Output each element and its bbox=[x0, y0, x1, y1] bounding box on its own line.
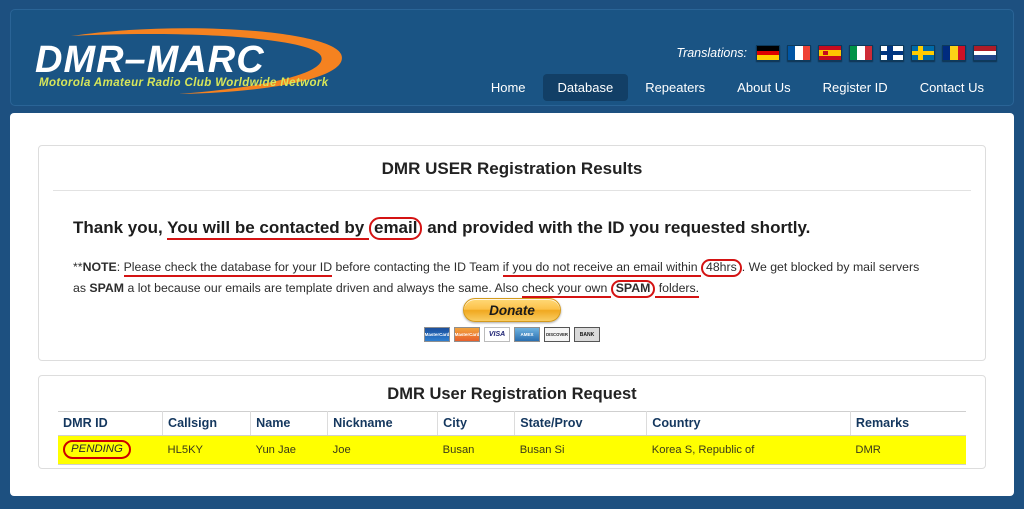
flag-finland-icon[interactable] bbox=[880, 45, 904, 61]
mastercard-blue-icon: MasterCard bbox=[424, 327, 450, 342]
site-header: DMR–MARC Motorola Amateur Radio Club Wor… bbox=[10, 9, 1014, 106]
bank-icon: BANK bbox=[574, 327, 600, 342]
status-badge-pending: PENDING bbox=[63, 440, 131, 460]
flag-romania-icon[interactable] bbox=[942, 45, 966, 61]
translations-bar: Translations: bbox=[676, 45, 997, 61]
note-mid-1: before contacting the ID Team bbox=[332, 259, 503, 274]
column-header-remarks: Remarks bbox=[850, 411, 966, 436]
registration-request-card: DMR User Registration Request DMR ID Cal… bbox=[38, 375, 986, 469]
accepted-cards-row: MasterCard MasterCard VISA AMEX DISCOVER… bbox=[39, 327, 985, 342]
table-row: PENDING HL5KY Yun Jae Joe Busan Busan Si… bbox=[58, 435, 966, 466]
column-header-state-prov: State/Prov bbox=[514, 411, 648, 436]
main-navigation: Home Database Repeaters About Us Registe… bbox=[476, 74, 999, 101]
note-line2-mid: a lot because our emails are template dr… bbox=[124, 280, 522, 295]
cell-city: Busan bbox=[437, 435, 515, 466]
thankyou-lead: Thank you, bbox=[73, 218, 168, 237]
table-header-row: DMR ID Callsign Name Nickname City State… bbox=[58, 411, 966, 436]
note-boxed-48hrs: 48hrs bbox=[700, 258, 742, 277]
flag-france-icon[interactable] bbox=[787, 45, 811, 61]
column-header-name: Name bbox=[250, 411, 329, 436]
logo-graphic: DMR–MARC Motorola Amateur Radio Club Wor… bbox=[35, 28, 342, 94]
svg-text:Motorola Amateur Radio Club Wo: Motorola Amateur Radio Club Worldwide Ne… bbox=[39, 77, 329, 89]
flag-netherlands-icon[interactable] bbox=[973, 45, 997, 61]
column-header-country: Country bbox=[646, 411, 851, 436]
amex-icon: AMEX bbox=[514, 327, 540, 342]
site-logo[interactable]: DMR–MARC Motorola Amateur Radio Club Wor… bbox=[29, 24, 359, 98]
cell-country: Korea S, Republic of bbox=[646, 435, 851, 466]
column-header-nickname: Nickname bbox=[327, 411, 439, 436]
donate-section: Donate MasterCard MasterCard VISA AMEX D… bbox=[39, 298, 985, 342]
translations-label: Translations: bbox=[676, 46, 747, 60]
thankyou-underlined-part: You will be contacted by bbox=[167, 218, 369, 240]
nav-item-repeaters[interactable]: Repeaters bbox=[630, 74, 720, 101]
thankyou-boxed-email: email bbox=[368, 217, 423, 240]
flag-italy-icon[interactable] bbox=[849, 45, 873, 61]
nav-item-about-us[interactable]: About Us bbox=[722, 74, 805, 101]
nav-item-database[interactable]: Database bbox=[542, 74, 629, 101]
note-stars: ** bbox=[73, 259, 83, 274]
note-boxed-spam: SPAM bbox=[610, 279, 656, 298]
request-card-title: DMR User Registration Request bbox=[387, 385, 637, 403]
thank-you-message: Thank you, You will be contacted by emai… bbox=[73, 217, 985, 240]
flag-spain-icon[interactable] bbox=[818, 45, 842, 61]
note-underlined-3b: folders. bbox=[655, 280, 700, 298]
note-paragraph: **NOTE: Please check the database for yo… bbox=[73, 257, 985, 299]
note-label: NOTE bbox=[82, 259, 117, 274]
svg-text:DMR–MARC: DMR–MARC bbox=[35, 39, 265, 81]
cell-dmr-id: PENDING bbox=[58, 435, 163, 466]
column-header-dmr-id: DMR ID bbox=[58, 411, 164, 436]
cell-name: Yun Jae bbox=[250, 435, 328, 466]
thankyou-tail: and provided with the ID you requested s… bbox=[422, 218, 811, 237]
results-card-title: DMR USER Registration Results bbox=[53, 146, 971, 191]
nav-item-contact-us[interactable]: Contact Us bbox=[905, 74, 999, 101]
content-panel: DMR USER Registration Results Thank you,… bbox=[10, 113, 1014, 496]
column-header-city: City bbox=[437, 411, 516, 436]
cell-remarks: DMR bbox=[850, 435, 966, 466]
mastercard-orange-icon: MasterCard bbox=[454, 327, 480, 342]
cell-nickname: Joe bbox=[327, 435, 438, 466]
note-underlined-2: if you do not receive an email within bbox=[502, 259, 701, 277]
flag-sweden-icon[interactable] bbox=[911, 45, 935, 61]
cell-callsign: HL5KY bbox=[162, 435, 251, 466]
discover-icon: DISCOVER bbox=[544, 327, 570, 342]
note-colon: : bbox=[116, 259, 124, 274]
visa-icon: VISA bbox=[484, 327, 510, 342]
column-header-callsign: Callsign bbox=[162, 411, 252, 436]
flag-germany-icon[interactable] bbox=[756, 45, 780, 61]
cell-state-prov: Busan Si bbox=[514, 435, 647, 466]
nav-item-register-id[interactable]: Register ID bbox=[808, 74, 903, 101]
note-line2-spam-bold: SPAM bbox=[89, 280, 125, 295]
note-tail-1: . We get blocked by mail servers bbox=[741, 259, 920, 274]
registration-results-card: DMR USER Registration Results Thank you,… bbox=[38, 145, 986, 361]
note-line2-pre: as bbox=[73, 280, 90, 295]
registration-request-table: DMR ID Callsign Name Nickname City State… bbox=[58, 411, 966, 466]
note-underlined-1: Please check the database for your ID bbox=[123, 259, 333, 277]
page-root: DMR–MARC Motorola Amateur Radio Club Wor… bbox=[0, 0, 1024, 509]
nav-item-home[interactable]: Home bbox=[476, 74, 541, 101]
note-underlined-3a: check your own bbox=[521, 280, 611, 298]
donate-button[interactable]: Donate bbox=[463, 298, 561, 322]
